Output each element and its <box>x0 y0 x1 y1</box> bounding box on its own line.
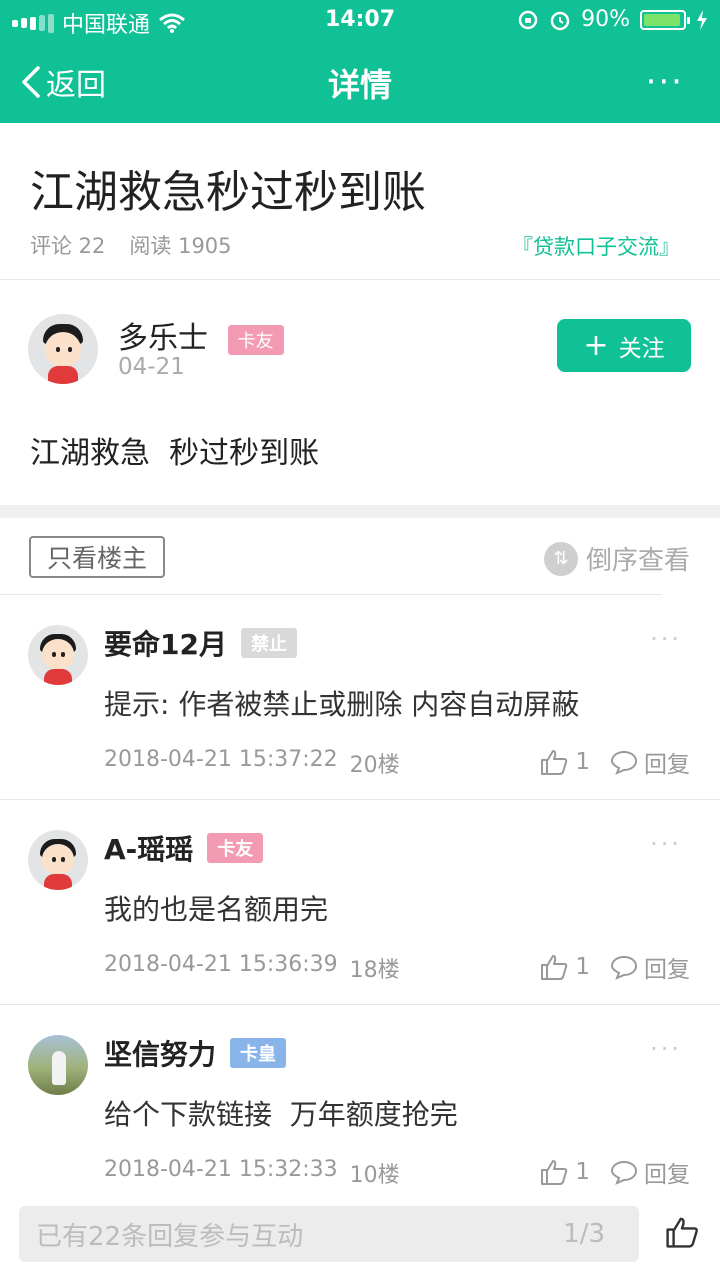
comment-text: 提示: 作者被禁止或删除 内容自动屏蔽 <box>104 688 580 721</box>
speech-bubble-icon <box>610 955 638 980</box>
follow-button[interactable]: + 关注 <box>557 319 691 372</box>
comment-more-button[interactable]: ··· <box>650 1035 682 1063</box>
reply-input[interactable]: 已有22条回复参与互动 1/3 <box>19 1206 639 1262</box>
reply-button[interactable]: 回复 <box>610 745 690 779</box>
divider <box>0 279 720 280</box>
speech-bubble-icon <box>610 1160 638 1185</box>
comment-item: 坚信努力 卡皇 ··· 给个下款链接 万年额度抢完 2018-04-21 15:… <box>0 1005 720 1205</box>
comment-more-button[interactable]: ··· <box>650 830 682 858</box>
commenter-badge: 卡友 <box>207 833 264 863</box>
commenter-badge: 禁止 <box>240 628 297 658</box>
speech-bubble-icon <box>610 750 638 775</box>
author-name[interactable]: 多乐士 <box>118 321 208 356</box>
battery-percent: 90% <box>581 7 630 32</box>
comment-more-button[interactable]: ··· <box>650 625 682 653</box>
comment-floor: 20楼 <box>349 753 400 778</box>
alarm-icon <box>550 11 570 30</box>
more-options-button[interactable]: ··· <box>646 62 684 102</box>
back-label: 返回 <box>46 68 106 103</box>
post-content: 江湖救急 秒过秒到账 <box>30 436 320 471</box>
like-button[interactable]: 1 <box>539 1158 590 1186</box>
comment-count: 评论 22 <box>30 234 106 258</box>
like-count: 1 <box>575 1159 590 1185</box>
author-date: 04-21 <box>118 354 185 380</box>
back-button[interactable]: 返回 <box>20 60 106 104</box>
post-like-button[interactable] <box>664 1214 700 1254</box>
comment-floor: 10楼 <box>349 1163 400 1188</box>
comment-floor: 18楼 <box>349 958 400 983</box>
comment-text: 给个下款链接 万年额度抢完 <box>104 1098 458 1131</box>
like-button[interactable]: 1 <box>539 953 590 981</box>
like-button[interactable]: 1 <box>539 748 590 776</box>
rotation-lock-icon <box>518 10 538 29</box>
chevron-left-icon <box>22 66 40 98</box>
status-bar: 中国联通 14:07 90% <box>0 0 720 40</box>
battery-icon <box>640 9 690 30</box>
reply-button[interactable]: 回复 <box>610 950 690 984</box>
article-title: 江湖救急秒过秒到账 <box>30 167 426 218</box>
reply-label: 回复 <box>644 957 690 983</box>
commenter-avatar[interactable] <box>28 830 88 890</box>
sort-icon: ⇅ <box>543 541 578 576</box>
commenter-name[interactable]: A-瑶瑶 <box>104 828 193 868</box>
thumbs-up-icon <box>541 750 568 775</box>
reply-label: 回复 <box>644 752 690 778</box>
like-count: 1 <box>575 749 590 775</box>
commenter-avatar[interactable] <box>28 1035 88 1095</box>
author-avatar[interactable] <box>28 314 98 384</box>
thumbs-up-icon <box>541 955 568 980</box>
plus-icon: + <box>583 327 609 363</box>
like-count: 1 <box>575 954 590 980</box>
reply-input-placeholder: 已有22条回复参与互动 <box>36 1221 304 1252</box>
author-badge: 卡友 <box>227 324 284 355</box>
page-title: 详情 <box>327 66 392 104</box>
reverse-order-label: 倒序查看 <box>585 546 690 576</box>
navigation-bar: 返回 详情 ··· <box>0 40 720 123</box>
comment-datetime: 2018-04-21 15:32:33 <box>104 1157 338 1182</box>
commenter-name[interactable]: 要命12月 <box>104 623 227 663</box>
comment-datetime: 2018-04-21 15:37:22 <box>104 747 338 772</box>
commenter-avatar[interactable] <box>28 625 88 685</box>
comment-item: 要命12月 禁止 ··· 提示: 作者被禁止或删除 内容自动屏蔽 2018-04… <box>0 595 720 799</box>
commenter-badge: 卡皇 <box>230 1038 287 1068</box>
thumbs-up-icon <box>666 1217 698 1248</box>
comment-item: A-瑶瑶 卡友 ··· 我的也是名额用完 2018-04-21 15:36:39… <box>0 800 720 1004</box>
only-owner-button[interactable]: 只看楼主 <box>29 536 165 578</box>
read-count: 阅读 1905 <box>129 234 232 258</box>
charging-icon <box>697 9 707 30</box>
follow-label: 关注 <box>618 335 665 362</box>
article-meta: 评论 22 阅读 1905 <box>30 230 232 260</box>
comment-datetime: 2018-04-21 15:36:39 <box>104 952 338 977</box>
author-name-row: 多乐士 卡友 <box>118 313 284 357</box>
topic-link[interactable]: 『贷款口子交流』 <box>512 231 680 261</box>
reply-label: 回复 <box>644 1162 690 1188</box>
reverse-order-button[interactable]: ⇅ 倒序查看 <box>543 540 690 577</box>
section-separator <box>0 505 720 518</box>
page-indicator: 1/3 <box>563 1219 605 1249</box>
comment-text: 我的也是名额用完 <box>104 893 329 926</box>
reply-button[interactable]: 回复 <box>610 1155 690 1189</box>
thumbs-up-icon <box>541 1160 568 1185</box>
commenter-name[interactable]: 坚信努力 <box>104 1033 216 1073</box>
